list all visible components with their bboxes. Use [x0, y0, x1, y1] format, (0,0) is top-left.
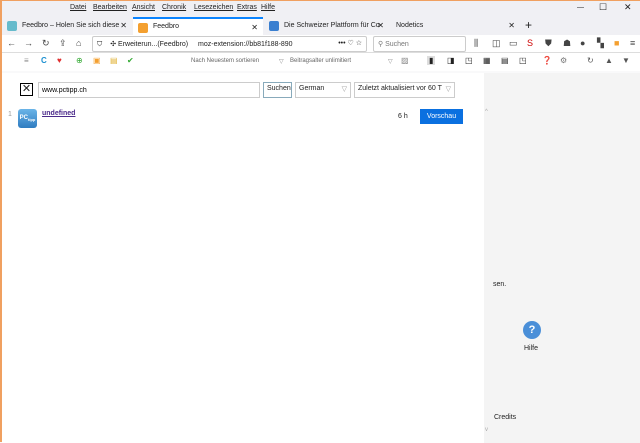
sort-select[interactable]: Nach Neuestem sortieren — [191, 58, 259, 64]
tab-nodetics[interactable]: Nodetics ✕ — [390, 17, 520, 35]
refresh-icon[interactable]: ↻ — [587, 56, 594, 65]
library-icon[interactable]: ⫼ — [474, 38, 478, 49]
reader-icon[interactable]: ▭ — [509, 38, 518, 49]
layout-6-icon[interactable]: ◳ — [519, 56, 527, 65]
search-input[interactable]: ⚲ Suchen — [373, 36, 466, 52]
pctipp-icon — [269, 21, 279, 31]
mark-read-icon[interactable]: ✔ — [127, 56, 134, 65]
reload-icon[interactable]: ↻ — [42, 38, 50, 49]
close-tab-icon[interactable]: ✕ — [120, 21, 127, 30]
content-area: ✕ Suchen German ▽ Zuletzt aktualisiert vo… — [2, 73, 484, 443]
tab-label: Die Schweizer Plattform für Co — [284, 22, 380, 29]
scroll-up-icon[interactable]: ^ — [485, 109, 488, 115]
address-bar[interactable]: ⛉ ✣ Erweiterun...(Feedbro) moz-extension… — [92, 36, 367, 52]
add-icon[interactable]: ⊕ — [76, 56, 83, 65]
shield-icon: ⛉ — [97, 41, 103, 48]
menu-hilfe[interactable]: Hilfe — [261, 4, 275, 11]
down-icon[interactable]: ▼ — [622, 56, 630, 65]
layout-1-icon[interactable]: ▮ — [427, 56, 436, 65]
extension-icon[interactable]: S — [527, 38, 533, 48]
account-icon[interactable]: ● — [580, 38, 585, 48]
maximize-button[interactable]: ☐ — [599, 2, 607, 13]
help-circle-icon[interactable]: ? — [523, 321, 541, 339]
home-icon[interactable]: ⌂ — [76, 38, 81, 48]
rss-icon[interactable]: ▣ — [93, 56, 101, 65]
tab-feedbro-get[interactable]: Feedbro – Holen Sie sich diese ✕ — [2, 17, 132, 35]
help-label[interactable]: Hilfe — [524, 345, 538, 352]
search-button[interactable]: Suchen — [263, 82, 292, 98]
search-placeholder: Suchen — [385, 41, 409, 48]
hamburger-menu-icon[interactable]: ≡ — [630, 38, 635, 48]
menu-chronik[interactable]: Chronik — [162, 4, 186, 11]
feedbro-icon — [138, 23, 148, 33]
credits-link[interactable]: Credits — [494, 414, 516, 421]
tab-label: Feedbro – Holen Sie sich diese — [22, 22, 120, 29]
home-up-icon[interactable]: ⇪ — [59, 38, 67, 49]
menu-bar: Datei Bearbeiten Ansicht Chronik Lesezei… — [2, 1, 640, 16]
close-window-button[interactable]: ✕ — [624, 2, 632, 13]
language-select[interactable]: German ▽ — [295, 82, 351, 98]
feedbro-c-icon[interactable]: C — [41, 56, 47, 65]
menu-datei[interactable]: Datei — [70, 4, 86, 11]
ublock-icon[interactable]: ⛊ — [545, 38, 552, 49]
mask-icon[interactable]: ☗ — [563, 38, 571, 49]
side-text: sen. — [493, 281, 507, 288]
menu-icon[interactable]: ≡ — [24, 56, 29, 65]
result-index: 1 — [8, 111, 12, 118]
layout-5-icon[interactable]: ▤ — [501, 56, 509, 65]
folder-icon[interactable]: ▤ — [110, 56, 118, 65]
age-select[interactable]: Beitragsalter unlimitiert — [290, 58, 351, 64]
sidebar-icon[interactable]: ◫ — [492, 38, 501, 49]
grid-icon[interactable]: ▚ — [597, 38, 604, 49]
forward-icon[interactable]: → — [24, 38, 33, 48]
feedbro-logo-icon — [7, 21, 17, 31]
scroll-down-icon[interactable]: v — [485, 427, 488, 433]
feedbro-toolbar-icon[interactable]: ■ — [614, 38, 619, 48]
chevron-down-icon: ▽ — [388, 59, 393, 65]
site-identity: Erweiterun...(Feedbro) — [118, 41, 189, 48]
preview-button[interactable]: Vorschau — [420, 109, 463, 124]
chevron-down-icon: ▽ — [279, 59, 284, 65]
menu-bearbeiten[interactable]: Bearbeiten — [93, 4, 127, 11]
menu-extras[interactable]: Extras — [237, 4, 257, 11]
layout-4-icon[interactable]: ▦ — [483, 56, 491, 65]
close-tab-icon[interactable]: ✕ — [508, 21, 515, 30]
side-panel: ^ v sen. ? Hilfe Credits — [484, 73, 640, 443]
settings-icon[interactable]: ⚙ — [560, 56, 567, 65]
language-value: German — [299, 85, 325, 92]
menu-ansicht[interactable]: Ansicht — [132, 4, 155, 11]
result-age: 6 h — [398, 113, 408, 120]
help-icon[interactable]: ❓ — [542, 56, 552, 65]
feed-search-input[interactable] — [38, 82, 260, 98]
updated-select[interactable]: Zuletzt aktualisiert vor 60 T ▽ — [354, 82, 455, 98]
image-icon[interactable]: ▨ — [401, 56, 409, 65]
updated-value: Zuletzt aktualisiert vor 60 T — [358, 85, 442, 92]
new-tab-button[interactable]: + — [525, 18, 532, 32]
layout-3-icon[interactable]: ◳ — [465, 56, 473, 65]
tab-label: Nodetics — [396, 22, 424, 29]
minimize-button[interactable]: — — [577, 4, 584, 11]
up-icon[interactable]: ▲ — [605, 56, 613, 65]
close-finder-icon[interactable]: ✕ — [20, 83, 33, 96]
layout-2-icon[interactable]: ◨ — [447, 56, 455, 65]
tab-feedbro[interactable]: Feedbro ✕ — [133, 17, 263, 35]
chevron-down-icon: ▽ — [341, 86, 347, 93]
page-actions-icon[interactable]: ••• ♡ ☆ — [338, 39, 362, 47]
url-text: moz-extension://bb81f188-890 — [198, 41, 293, 48]
chevron-down-icon: ▽ — [445, 85, 451, 93]
pctipp-logo: PCtipp — [18, 109, 37, 128]
back-icon[interactable]: ← — [7, 38, 16, 48]
close-tab-icon[interactable]: ✕ — [251, 23, 258, 32]
puzzle-icon: ✣ — [110, 41, 117, 48]
heart-icon[interactable]: ♥ — [57, 56, 62, 65]
tab-label: Feedbro — [153, 23, 180, 30]
close-tab-icon[interactable]: ✕ — [377, 21, 384, 30]
tab-strip: Feedbro – Holen Sie sich diese ✕ Feedbro ✕… — [2, 16, 640, 35]
result-title-link[interactable]: undefined — [42, 110, 75, 117]
tab-pctipp[interactable]: Die Schweizer Plattform für Co ✕ — [264, 17, 389, 35]
menu-lesezeichen[interactable]: Lesezeichen — [194, 4, 233, 11]
